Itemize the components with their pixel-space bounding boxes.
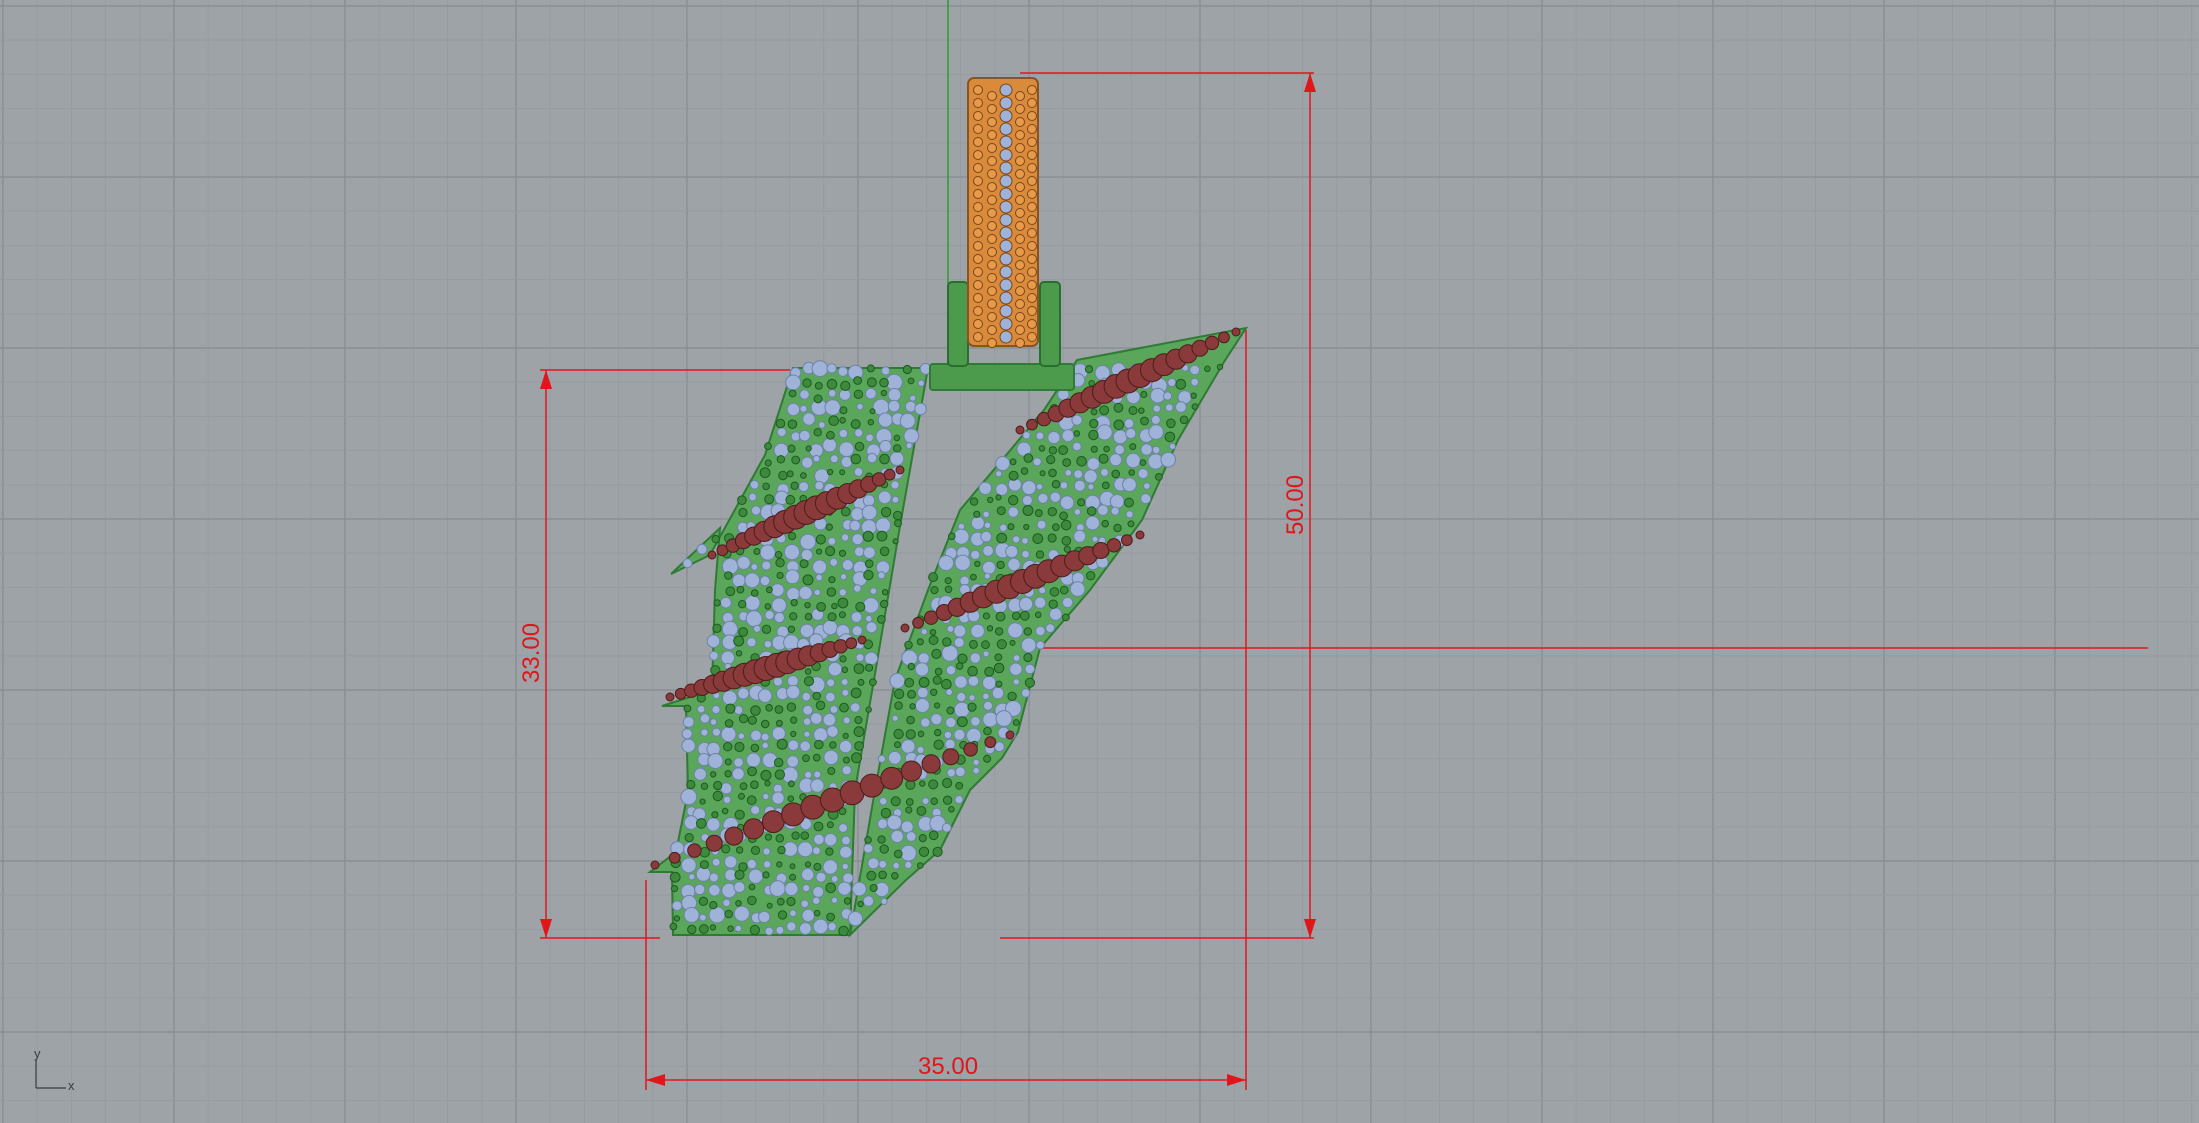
connector-post-right — [1039, 281, 1061, 367]
dimension-annotations[interactable] — [540, 72, 1314, 1090]
axis-label-x: x — [68, 1078, 75, 1093]
3d-viewport[interactable]: 35.00 50.00 33.00 y x — [0, 0, 2199, 1123]
dimension-height-body-label[interactable]: 33.00 — [518, 623, 545, 683]
dimension-width-label[interactable]: 35.00 — [918, 1055, 978, 1079]
dimension-height-total-label[interactable]: 50.00 — [1282, 475, 1309, 535]
axis-label-y: y — [34, 1046, 41, 1061]
connector-post-left — [947, 281, 969, 367]
pendant-bail[interactable] — [967, 77, 1039, 348]
viewport-canvas — [0, 0, 2199, 1123]
pendant-body[interactable] — [647, 326, 1249, 938]
axis-indicator — [35, 1060, 66, 1089]
connector-bar — [929, 363, 1075, 391]
